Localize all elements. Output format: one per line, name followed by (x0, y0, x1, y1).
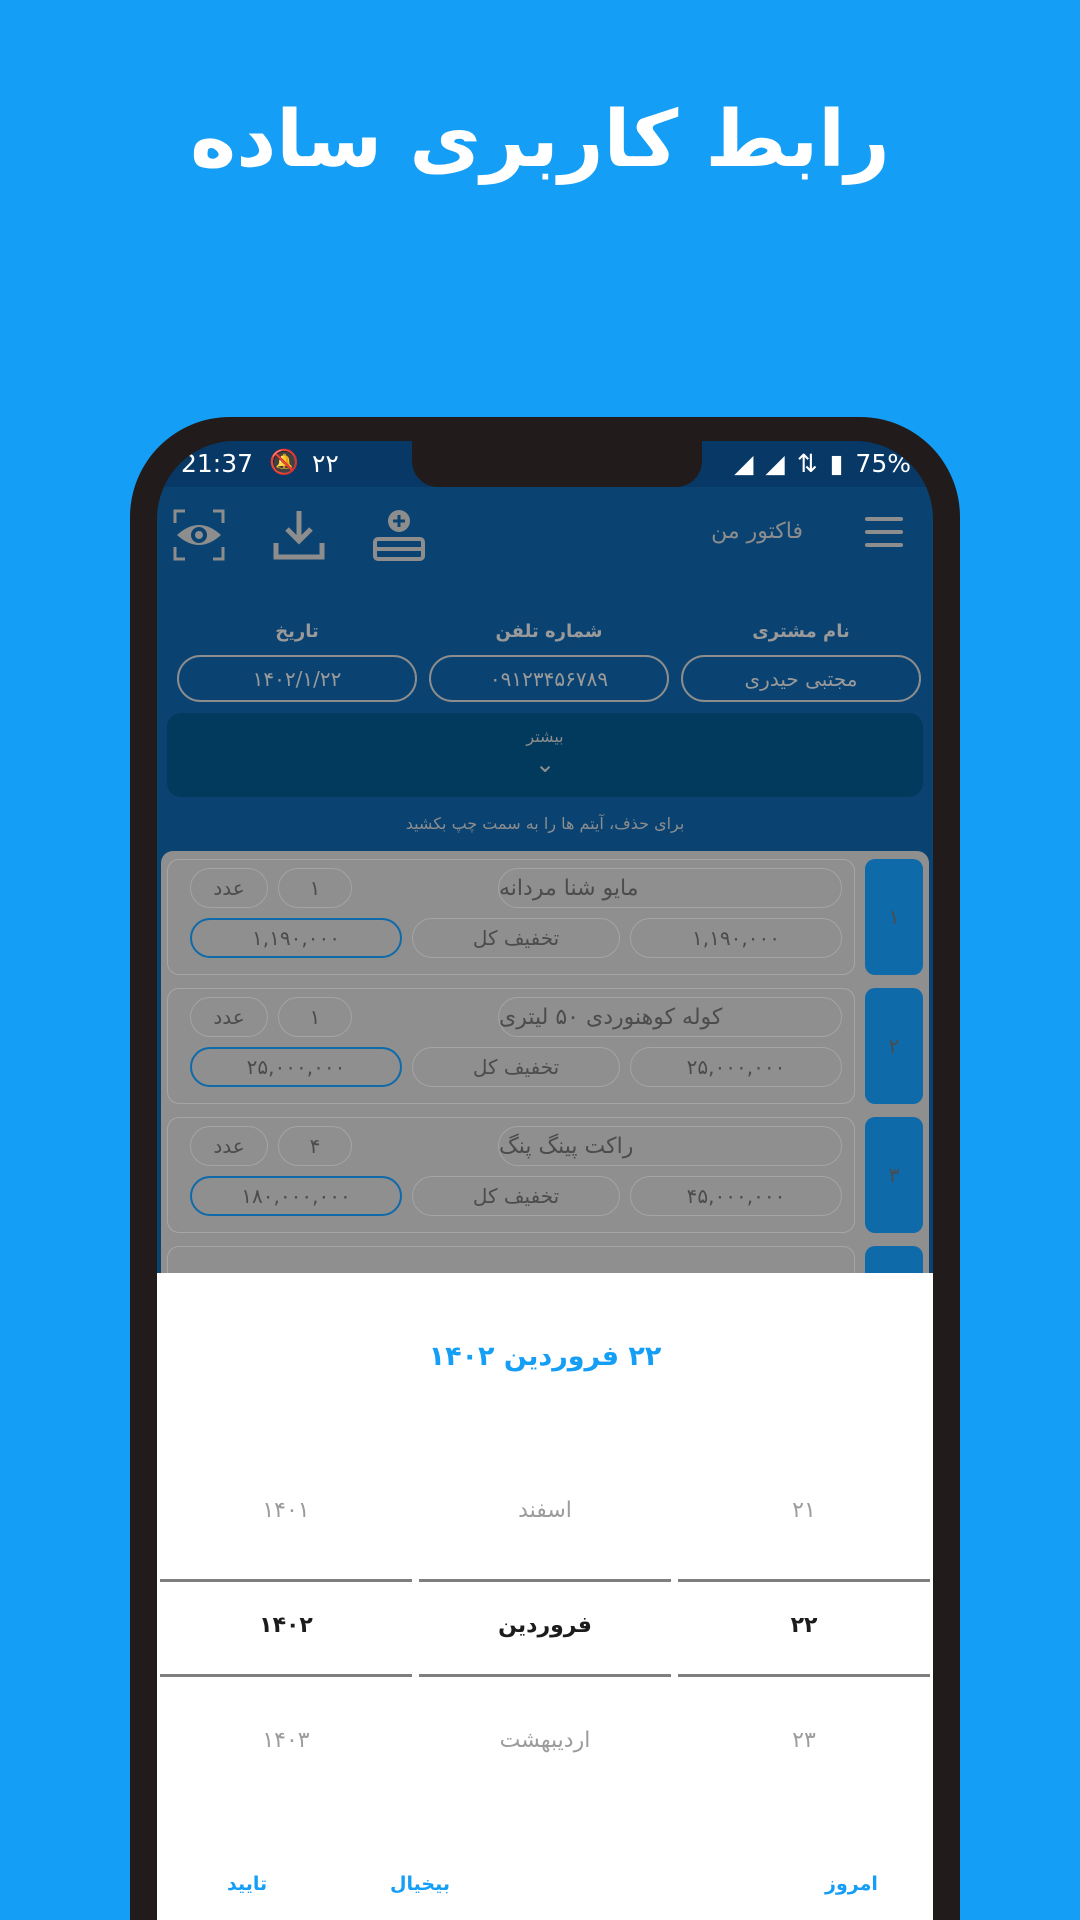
item-discount[interactable]: تخفیف کل (412, 1176, 620, 1216)
item-card: مایو شنا مردانه ۱ عدد ۱,۱۹۰,۰۰۰ تخفیف کل… (167, 859, 855, 975)
status-notif: ۲۲ (312, 449, 339, 478)
headline: رابط کاربری ساده (190, 95, 890, 185)
day-next[interactable]: ۲۳ (678, 1728, 930, 1753)
item-qty[interactable]: ۱ (278, 868, 352, 908)
item-number: ۳ (865, 1117, 923, 1233)
month-selected[interactable]: فروردین (419, 1613, 671, 1638)
month-prev[interactable]: اسفند (419, 1498, 671, 1523)
day-selected[interactable]: ۲۲ (678, 1613, 930, 1638)
item-total[interactable]: ۱,۱۹۰,۰۰۰ (190, 918, 402, 958)
day-prev[interactable]: ۲۱ (678, 1498, 930, 1523)
customer-label: نام مشتری (752, 621, 850, 642)
item-card: کوله کوهنوردی ۵۰ لیتری ۱ عدد ۲۵,۰۰۰,۰۰۰ … (167, 988, 855, 1104)
customer-field[interactable]: مجتبی حیدری (681, 655, 921, 702)
item-name[interactable]: راکت پینگ پنگ (498, 1126, 842, 1166)
item-number: ۲ (865, 988, 923, 1104)
divider (160, 1674, 412, 1677)
divider (419, 1579, 671, 1582)
item-unit[interactable]: عدد (190, 1126, 268, 1166)
swipe-hint: برای حذف، آیتم ها را به سمت چپ بکشید (405, 814, 685, 833)
item-qty[interactable]: ۴ (278, 1126, 352, 1166)
add-item-icon[interactable] (371, 507, 427, 563)
chevron-down-icon: ⌄ (534, 750, 556, 778)
app-bar: فاکتور من (157, 487, 933, 577)
cancel-button[interactable]: بیخیال (390, 1873, 450, 1895)
date-field[interactable]: ۱۴۰۲/۱/۲۲ (177, 655, 417, 702)
item-price[interactable]: ۲۵,۰۰۰,۰۰۰ (630, 1047, 842, 1087)
month-column[interactable]: اسفند فروردین اردیبهشت (419, 1273, 671, 1920)
day-column[interactable]: ۲۱ ۲۲ ۲۳ (678, 1273, 930, 1920)
divider (678, 1674, 930, 1677)
phone-screen: 21:37 🔕 ۲۲ ◢ ◢ ⇅ ▮ 75% فاکتور من نام مشت… (157, 441, 933, 1920)
more-toggle[interactable]: بیشتر ⌄ (167, 713, 923, 797)
battery-percent: 75% (855, 449, 911, 478)
year-next[interactable]: ۱۴۰۳ (160, 1728, 412, 1753)
item-unit[interactable]: عدد (190, 868, 268, 908)
divider (419, 1674, 671, 1677)
month-next[interactable]: اردیبهشت (419, 1728, 671, 1753)
signal-x-icon: ◢ (765, 449, 785, 478)
notch (412, 441, 702, 487)
year-selected[interactable]: ۱۴۰۲ (160, 1613, 412, 1638)
item-price[interactable]: ۴۵,۰۰۰,۰۰۰ (630, 1176, 842, 1216)
phone-field[interactable]: ۰۹۱۲۳۴۵۶۷۸۹ (429, 655, 669, 702)
menu-icon[interactable] (865, 517, 903, 547)
list-item[interactable]: مایو شنا مردانه ۱ عدد ۱,۱۹۰,۰۰۰ تخفیف کل… (167, 859, 923, 975)
divider (160, 1579, 412, 1582)
year-prev[interactable]: ۱۴۰۱ (160, 1498, 412, 1523)
confirm-button[interactable]: تایید (227, 1873, 267, 1895)
silent-icon: 🔕 (269, 448, 299, 476)
item-card: راکت پینگ پنگ ۴ عدد ۴۵,۰۰۰,۰۰۰ تخفیف کل … (167, 1117, 855, 1233)
item-discount[interactable]: تخفیف کل (412, 918, 620, 958)
data-icon: ⇅ (796, 449, 818, 478)
divider (678, 1579, 930, 1582)
preview-eye-icon[interactable] (171, 507, 227, 563)
phone-label: شماره تلفن (495, 621, 603, 642)
battery-icon: ▮ (829, 449, 844, 478)
item-number: ۱ (865, 859, 923, 975)
item-total[interactable]: ۲۵,۰۰۰,۰۰۰ (190, 1047, 402, 1087)
more-label: بیشتر (526, 727, 564, 746)
item-discount[interactable]: تخفیف کل (412, 1047, 620, 1087)
year-column[interactable]: ۱۴۰۱ ۱۴۰۲ ۱۴۰۳ (160, 1273, 412, 1920)
list-item[interactable]: کوله کوهنوردی ۵۰ لیتری ۱ عدد ۲۵,۰۰۰,۰۰۰ … (167, 988, 923, 1104)
item-price[interactable]: ۱,۱۹۰,۰۰۰ (630, 918, 842, 958)
item-name[interactable]: کوله کوهنوردی ۵۰ لیتری (498, 997, 842, 1037)
today-button[interactable]: امروز (825, 1873, 878, 1895)
download-icon[interactable] (271, 507, 327, 563)
signal-icon: ◢ (734, 449, 754, 478)
status-time: 21:37 (181, 449, 254, 478)
date-label: تاریخ (275, 621, 319, 642)
item-total[interactable]: ۱۸۰,۰۰۰,۰۰۰ (190, 1176, 402, 1216)
date-picker-sheet: ۲۲ فروردین ۱۴۰۲ ۱۴۰۱ ۱۴۰۲ ۱۴۰۳ اسفند فرو… (157, 1273, 933, 1920)
app-title: فاکتور من (711, 519, 803, 544)
item-unit[interactable]: عدد (190, 997, 268, 1037)
item-name[interactable]: مایو شنا مردانه (498, 868, 842, 908)
list-item[interactable]: راکت پینگ پنگ ۴ عدد ۴۵,۰۰۰,۰۰۰ تخفیف کل … (167, 1117, 923, 1233)
item-qty[interactable]: ۱ (278, 997, 352, 1037)
